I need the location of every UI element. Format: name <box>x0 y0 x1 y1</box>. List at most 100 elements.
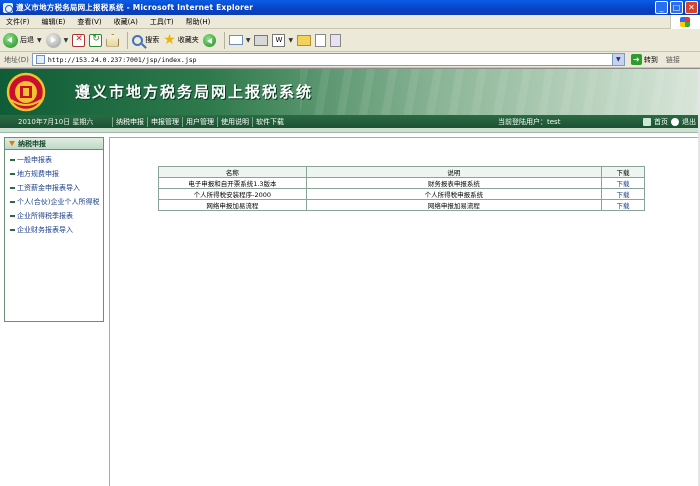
close-button[interactable]: ✕ <box>685 1 698 14</box>
mail-dropdown-icon[interactable]: ▼ <box>246 37 251 44</box>
table-row: 电子申报和自开票系统1.3版本 财务报表申报系统 下载 <box>158 177 645 189</box>
nav-declaration-management[interactable]: 申报管理 <box>147 116 182 127</box>
messenger-icon <box>330 33 342 47</box>
download-link[interactable]: 下载 <box>601 188 645 200</box>
address-label: 地址(D) <box>4 55 29 64</box>
home-link[interactable]: 首页 <box>654 117 668 127</box>
search-button[interactable]: 搜索 <box>132 31 159 50</box>
nav-instructions[interactable]: 使用说明 <box>217 116 252 127</box>
print-button[interactable] <box>254 31 269 50</box>
discuss-button[interactable] <box>297 31 312 50</box>
menu-favorites[interactable]: 收藏(A) <box>108 17 144 27</box>
messenger-button[interactable] <box>330 31 342 50</box>
download-link[interactable]: 下载 <box>601 177 645 189</box>
maximize-button[interactable]: □ <box>670 1 683 14</box>
back-dropdown-icon[interactable]: ▼ <box>37 37 42 44</box>
research-button[interactable] <box>315 31 327 50</box>
star-icon: ★ <box>163 32 176 48</box>
back-arrow-icon <box>3 32 18 48</box>
header-links: 首页 退出 <box>643 117 696 127</box>
menu-file[interactable]: 文件(F) <box>0 17 36 27</box>
bullet-icon <box>10 159 15 161</box>
go-arrow-icon: ➜ <box>630 54 642 65</box>
menu-help[interactable]: 帮助(H) <box>180 17 217 27</box>
menu-view[interactable]: 查看(V) <box>71 17 107 27</box>
current-date: 2010年7月10日 星期六 <box>18 117 94 126</box>
search-icon <box>132 34 144 46</box>
sidebar-item-partnership-income-tax[interactable]: 个人(合伙)企业个人所得税 <box>5 196 103 210</box>
sidebar-item-quarterly-corporate-tax[interactable]: 企业所得税季报表 <box>5 210 103 224</box>
nav-software-download[interactable]: 软件下载 <box>252 116 287 127</box>
sidebar-item-label: 工资薪金申报表导入 <box>17 184 80 192</box>
back-button[interactable]: 后退 ▼ <box>3 31 42 50</box>
bullet-icon <box>10 173 15 175</box>
minimize-button[interactable]: _ <box>655 1 668 14</box>
bullet-icon <box>10 215 15 217</box>
nav-tax-declaration[interactable]: 纳税申报 <box>112 116 147 127</box>
ie-icon <box>3 2 13 13</box>
address-dropdown-icon[interactable]: ▼ <box>611 54 624 65</box>
address-url[interactable]: http://153.24.0.237:7001/jsp/index.jsp <box>48 56 197 64</box>
sidebar-panel: 纳税申报 一般申报表 地方规费申报 工资薪金申报表导入 个人(合伙)企业个人所得… <box>4 137 104 322</box>
cell-name: 网络申报加易流程 <box>158 199 307 211</box>
column-header-name: 名称 <box>158 166 307 178</box>
refresh-button[interactable] <box>89 31 103 50</box>
links-button[interactable]: 链接 <box>666 55 680 65</box>
sidebar-item-label: 地方规费申报 <box>17 170 59 178</box>
site-nav-bar: 2010年7月10日 星期六 纳税申报 申报管理 用户管理 使用说明 软件下载 … <box>0 115 700 128</box>
home-button[interactable] <box>106 31 120 50</box>
sidebar-list: 一般申报表 地方规费申报 工资薪金申报表导入 个人(合伙)企业个人所得税 企业所… <box>5 150 103 238</box>
stop-icon <box>72 33 86 47</box>
home-icon <box>643 117 651 126</box>
stop-button[interactable] <box>72 31 86 50</box>
cell-description: 个人所得税申报系统 <box>305 188 603 200</box>
mail-button[interactable]: ▼ <box>228 31 251 50</box>
table-row: 网络申报加易流程 网络申报加易流程 下载 <box>158 199 645 211</box>
collapse-triangle-icon <box>9 141 15 146</box>
forward-button[interactable]: ▼ <box>45 31 69 50</box>
window-title-bar: 遵义市地方税务局网上报税系统 - Microsoft Internet Expl… <box>0 0 700 15</box>
menu-edit[interactable]: 编辑(E) <box>36 17 72 27</box>
menu-tools[interactable]: 工具(T) <box>144 17 180 27</box>
sidebar-item-label: 个人(合伙)企业个人所得税 <box>17 198 100 206</box>
exit-link[interactable]: 退出 <box>682 117 696 127</box>
cell-name: 个人所得税安装程序-2000 <box>158 188 307 200</box>
windows-logo-icon <box>670 15 700 29</box>
browser-toolbar: 后退 ▼ ▼ 搜索 ★ 收藏夹 ▼ W ▼ <box>0 29 700 52</box>
page-icon <box>35 55 45 64</box>
media-button[interactable] <box>202 31 216 50</box>
sidebar-header[interactable]: 纳税申报 <box>5 138 103 150</box>
nav-user-management[interactable]: 用户管理 <box>182 116 217 127</box>
toolbar-divider <box>223 31 225 49</box>
address-input[interactable]: http://153.24.0.237:7001/jsp/index.jsp ▼ <box>31 53 625 66</box>
edit-button[interactable]: W ▼ <box>272 31 293 50</box>
download-link[interactable]: 下载 <box>601 199 645 211</box>
column-header-description: 说明 <box>305 166 603 178</box>
favorites-button[interactable]: ★ 收藏夹 <box>163 31 199 50</box>
bullet-icon <box>10 201 15 203</box>
printer-icon <box>254 34 269 46</box>
sidebar-item-general-return[interactable]: 一般申报表 <box>5 154 103 168</box>
page-viewport: 遵义市地方税务局网上报税系统 2010年7月10日 星期六 纳税申报 申报管理 … <box>0 68 700 486</box>
table-header-row: 名称 说明 下载 <box>158 166 645 178</box>
forward-dropdown-icon[interactable]: ▼ <box>64 37 69 44</box>
download-table: 名称 说明 下载 电子申报和自开票系统1.3版本 财务报表申报系统 下载 个人所… <box>158 166 645 211</box>
cell-description: 财务报表申报系统 <box>305 177 603 189</box>
window-controls: _ □ ✕ <box>655 1 698 14</box>
sidebar-item-local-fees[interactable]: 地方规费申报 <box>5 168 103 182</box>
go-button[interactable]: ➜ 转到 <box>630 54 658 65</box>
refresh-icon <box>89 33 103 47</box>
home-icon <box>106 33 120 47</box>
site-banner: 遵义市地方税务局网上报税系统 <box>0 69 700 115</box>
back-label: 后退 <box>20 36 34 44</box>
forward-arrow-icon <box>45 32 61 48</box>
sidebar-title: 纳税申报 <box>18 139 46 148</box>
header-divider <box>0 128 700 133</box>
window-title: 遵义市地方税务局网上报税系统 - Microsoft Internet Expl… <box>16 3 254 12</box>
edit-dropdown-icon[interactable]: ▼ <box>288 37 293 44</box>
favorites-label: 收藏夹 <box>177 36 199 44</box>
sidebar-item-financial-report-import[interactable]: 企业财务报表导入 <box>5 224 103 238</box>
sidebar-item-salary-import[interactable]: 工资薪金申报表导入 <box>5 182 103 196</box>
folder-icon <box>297 34 312 46</box>
sidebar-item-label: 企业财务报表导入 <box>17 226 73 234</box>
